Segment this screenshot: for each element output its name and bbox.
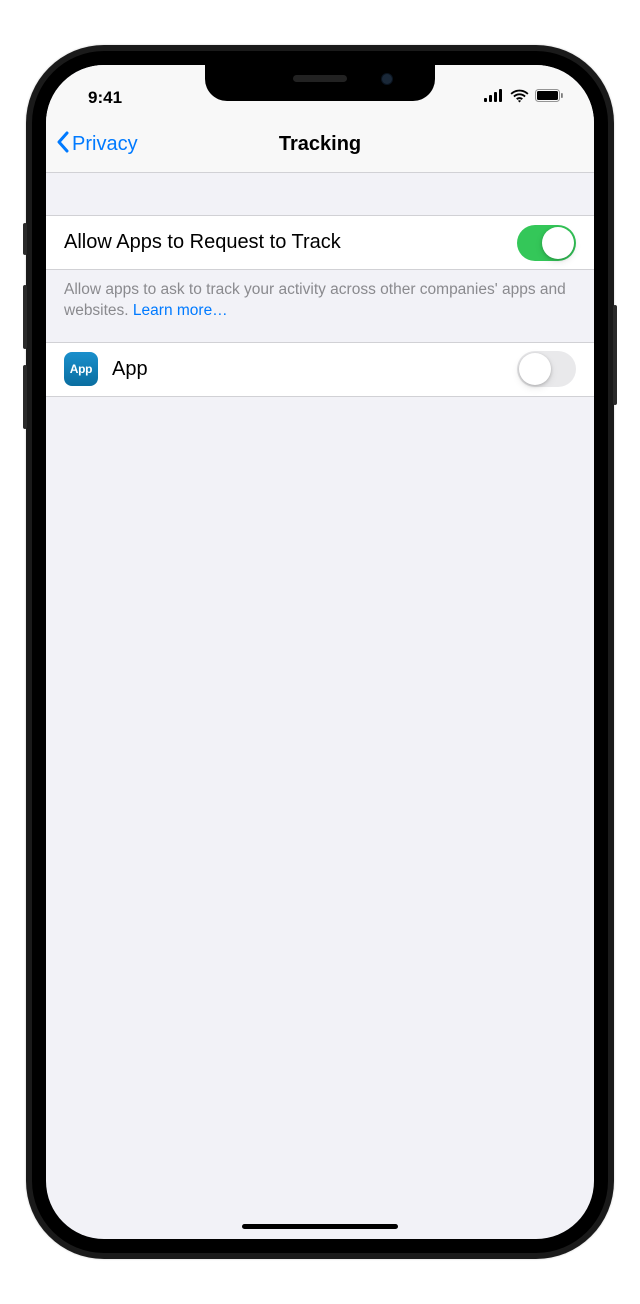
app-name: App [112, 358, 517, 381]
phone-frame: 9:41 [26, 45, 614, 1259]
allow-tracking-label: Allow Apps to Request to Track [64, 231, 517, 254]
wifi-icon [510, 89, 529, 108]
home-indicator[interactable] [242, 1224, 398, 1229]
notch [205, 65, 435, 101]
status-time: 9:41 [88, 88, 122, 108]
chevron-left-icon [56, 131, 70, 159]
app-row: App App [46, 342, 594, 397]
app-tracking-toggle[interactable] [517, 351, 576, 387]
battery-icon [535, 89, 564, 107]
app-icon: App [64, 352, 98, 386]
nav-header: Privacy Tracking [46, 117, 594, 173]
allow-tracking-row: Allow Apps to Request to Track [46, 215, 594, 270]
allow-tracking-toggle[interactable] [517, 225, 576, 261]
back-label: Privacy [72, 133, 138, 156]
silent-switch [23, 223, 27, 255]
cellular-icon [484, 89, 504, 107]
footer-text: Allow apps to ask to track your activity… [46, 270, 594, 342]
content: Allow Apps to Request to Track Allow app… [46, 173, 594, 397]
back-button[interactable]: Privacy [56, 131, 138, 159]
learn-more-link[interactable]: Learn more… [133, 302, 228, 319]
power-button [613, 305, 617, 405]
volume-down-button [23, 365, 27, 429]
page-title: Tracking [279, 133, 361, 156]
volume-up-button [23, 285, 27, 349]
